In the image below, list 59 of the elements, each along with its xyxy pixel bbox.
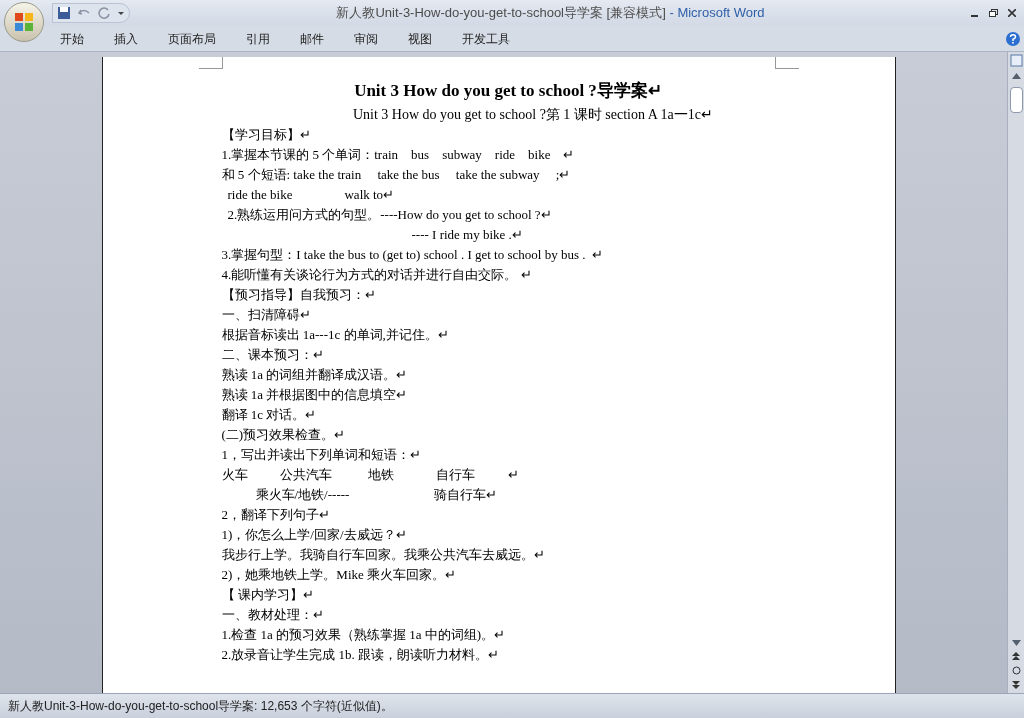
browse-object-icon[interactable] [1011, 666, 1021, 675]
document-line: 根据音标读出 1a---1c 的单词,并记住。↵ [221, 326, 450, 344]
document-line: 【预习指导】自我预习：↵ [221, 286, 377, 304]
status-text: 新人教Unit-3-How-do-you-get-to-school导学案: 12,653 个字符(近似值)。 [8, 698, 393, 715]
vertical-scrollbar[interactable] [1007, 52, 1024, 693]
ribbon-tab[interactable]: 开始 [46, 27, 98, 50]
document-line: 翻译 1c 对话。↵ [221, 406, 318, 424]
scrollbar-thumb[interactable] [1009, 87, 1023, 113]
ribbon-tab[interactable]: 邮件 [286, 27, 338, 50]
document-line: 熟读 1a 的词组并翻译成汉语。↵ [221, 366, 409, 384]
document-line: ride the bike walk to↵ [226, 186, 396, 204]
next-page-icon[interactable] [1012, 681, 1020, 689]
document-line: 3.掌握句型：I take the bus to (get to) school . I get to school by bus . ↵ [221, 246, 604, 264]
window-title: 新人教Unit-3-How-do-you-get-to-school导学案 [兼容模式] [336, 4, 666, 23]
help-icon [1009, 33, 1017, 44]
ribbon-tab[interactable]: 插入 [100, 27, 152, 50]
office-logo-icon [14, 12, 34, 32]
scroll-down-icon[interactable] [1011, 640, 1021, 646]
ribbon-tab[interactable]: 引用 [232, 27, 284, 50]
document-line: 1)，你怎么上学/回家/去威远？↵ [221, 526, 408, 544]
document-line: (二)预习效果检查。↵ [221, 426, 347, 444]
save-icon[interactable] [57, 6, 71, 20]
document-line: 和 5 个短语: take the train take the bus take the subway ;↵ [221, 166, 572, 184]
customize-caret-icon[interactable] [117, 9, 125, 17]
redo-icon[interactable] [97, 6, 111, 20]
ribbon-tab[interactable]: 开发工具 [448, 27, 524, 50]
document-line: 我步行上学。我骑自行车回家。我乘公共汽车去威远。↵ [221, 546, 546, 564]
document-line: 二、课本预习：↵ [221, 346, 325, 364]
previous-page-icon[interactable] [1012, 652, 1020, 660]
ruler-toggle-icon[interactable] [1009, 54, 1023, 67]
document-line: Unit 3 How do you get to school ?第 1 课时 section A 1a一1c↵ [352, 106, 714, 124]
document-line: 2.熟练运用问方式的句型。----How do you get to school ?↵ [226, 206, 553, 224]
margin-corner-mark [198, 57, 223, 69]
document-line: 1.掌握本节课的 5 个单词：train bus subway ride bike ↵ [221, 146, 576, 164]
office-button[interactable] [4, 2, 44, 42]
scroll-up-icon[interactable] [1011, 73, 1021, 79]
document-line: ---- I ride my bike .↵ [410, 226, 524, 244]
document-line: 熟读 1a 并根据图中的信息填空↵ [221, 386, 409, 404]
close-icon[interactable] [1008, 9, 1016, 17]
app-name: - Microsoft Word [668, 4, 765, 23]
margin-corner-mark [774, 57, 799, 69]
document-line: 4.能听懂有关谈论行为方式的对话并进行自由交际。 ↵ [221, 266, 533, 284]
document-line: 2，翻译下列句子↵ [221, 506, 331, 524]
document-line: 【学习目标】↵ [221, 126, 312, 144]
document-line: 一、扫清障碍↵ [221, 306, 312, 324]
restore-icon[interactable] [989, 9, 998, 17]
document-line: 【 课内学习】↵ [221, 586, 315, 604]
document-line: 乘火车/地铁/----- 骑自行车↵ [254, 486, 498, 504]
ribbon-tab[interactable]: 审阅 [340, 27, 392, 50]
document-line: 火车 公共汽车 地铁 自行车 ↵ [221, 466, 520, 484]
document-line: 2)，她乘地铁上学。Mike 乘火车回家。↵ [221, 566, 458, 584]
document-line: Unit 3 How do you get to school ?导学案↵ [353, 80, 663, 102]
document-line: 1，写出并读出下列单词和短语：↵ [221, 446, 422, 464]
help-button[interactable] [1006, 31, 1020, 46]
document-line: 一、教材处理：↵ [221, 606, 325, 624]
ribbon-tab[interactable]: 页面布局 [154, 27, 230, 50]
document-line: 1.检查 1a 的预习效果（熟练掌握 1a 中的词组)。↵ [221, 626, 507, 644]
document-line: 2.放录音让学生完成 1b. 跟读，朗读听力材料。↵ [221, 646, 500, 664]
ribbon-tab[interactable]: 视图 [394, 27, 446, 50]
